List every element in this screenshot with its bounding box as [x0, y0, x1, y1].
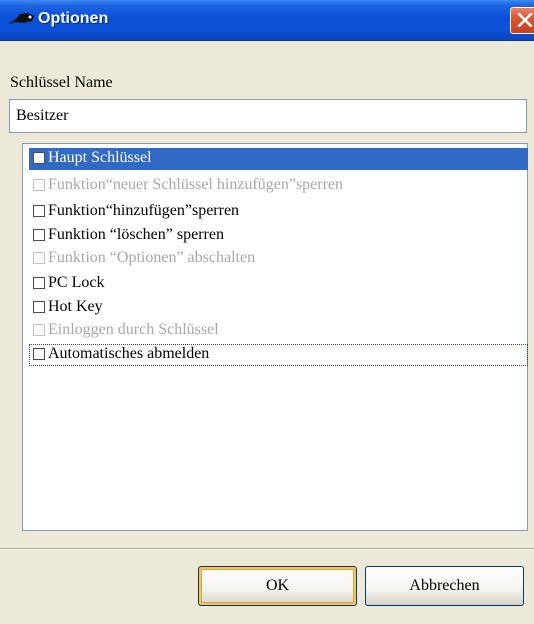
checkbox[interactable]: [33, 348, 45, 360]
options-checklist[interactable]: Haupt Schlüssel Funktion“neuer Schlüssel…: [22, 143, 528, 531]
option-label: Funktion“neuer Schlüssel hinzufügen”sper…: [48, 176, 344, 193]
ok-button[interactable]: OK: [198, 566, 357, 606]
close-button[interactable]: [510, 7, 534, 34]
checkbox: [33, 324, 45, 336]
option-lock-add-new-key: Funktion“neuer Schlüssel hinzufügen”sper…: [29, 175, 528, 197]
option-label: Haupt Schlüssel: [48, 149, 152, 166]
checkbox: [33, 252, 45, 264]
option-lock-add[interactable]: Funktion“hinzufügen”sperren: [29, 201, 528, 223]
checkbox[interactable]: [33, 205, 45, 217]
option-label: PC Lock: [48, 274, 105, 291]
close-icon: [517, 13, 533, 27]
key-name-input[interactable]: [9, 99, 527, 133]
option-label: Hot Key: [48, 298, 103, 315]
cancel-button[interactable]: Abbrechen: [365, 566, 524, 606]
option-login-by-key: Einloggen durch Schlüssel: [29, 320, 528, 342]
window-title: Optionen: [38, 10, 109, 27]
checkbox[interactable]: [33, 229, 45, 241]
option-label: Funktion “Optionen” abschalten: [48, 249, 256, 266]
option-pc-lock[interactable]: PC Lock: [29, 273, 528, 295]
key-name-label: Schlüssel Name: [10, 74, 113, 91]
option-label: Funktion “löschen” sperren: [48, 226, 224, 243]
option-disable-options: Funktion “Optionen” abschalten: [29, 248, 528, 270]
option-lock-delete[interactable]: Funktion “löschen” sperren: [29, 225, 528, 247]
title-bar[interactable]: Optionen: [0, 0, 534, 41]
checkbox[interactable]: [33, 301, 45, 313]
option-label: Automatisches abmelden: [48, 345, 210, 362]
app-icon: [6, 10, 36, 28]
option-hot-key[interactable]: Hot Key: [29, 297, 528, 319]
option-label: Funktion“hinzufügen”sperren: [48, 202, 240, 219]
checkbox: [33, 179, 45, 191]
options-dialog: Optionen Schlüssel Name Haupt Schlüssel …: [0, 0, 534, 624]
option-auto-logout[interactable]: Automatisches abmelden: [29, 344, 528, 366]
checkbox[interactable]: [33, 277, 45, 289]
option-main-key[interactable]: Haupt Schlüssel: [29, 148, 528, 170]
option-label: Einloggen durch Schlüssel: [48, 321, 219, 338]
divider: [0, 548, 534, 550]
checkbox[interactable]: [33, 152, 45, 164]
